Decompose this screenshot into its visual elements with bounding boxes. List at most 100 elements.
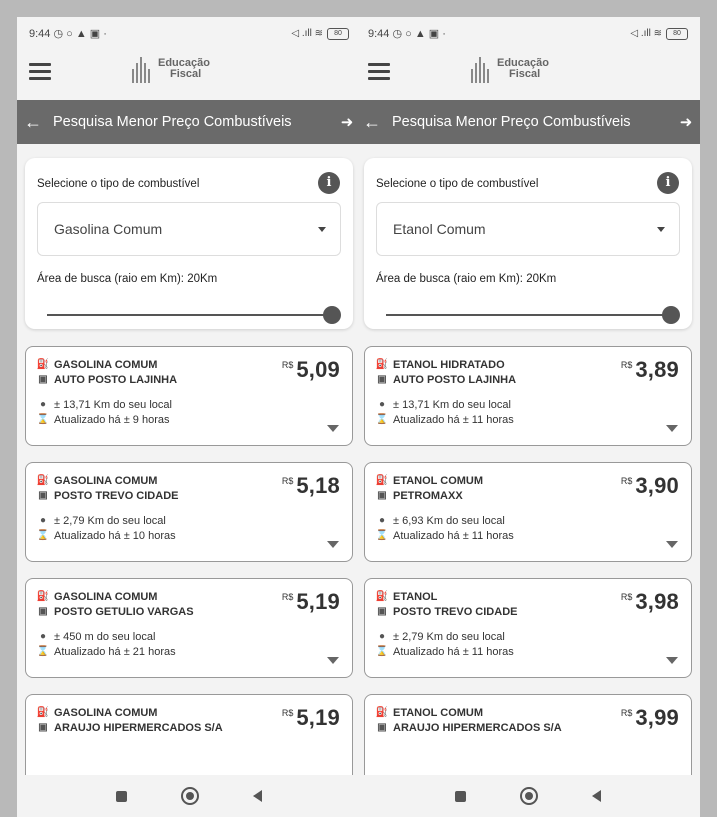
hourglass-icon: ⌛ <box>375 646 389 657</box>
logo-text: Educação Fiscal <box>158 57 210 80</box>
updated-text: Atualizado há ± 11 horas <box>393 645 514 658</box>
distance-text: ± 13,71 Km do seu local <box>54 398 172 411</box>
info-icon[interactable]: i <box>657 172 679 194</box>
back-arrow-icon[interactable]: ← <box>356 112 388 133</box>
station-name: ARAUJO HIPERMERCADOS S/A <box>54 721 223 734</box>
station-name: POSTO TREVO CIDADE <box>393 605 518 618</box>
fuel-type-value: Gasolina Comum <box>54 221 163 237</box>
app-bar: Educação Fiscal <box>356 50 700 100</box>
status-time: 9:44 ◷ ○ ▲ ▣ · <box>368 28 446 40</box>
hourglass-icon: ⌛ <box>36 414 50 425</box>
station-name: ARAUJO HIPERMERCADOS S/A <box>393 721 562 734</box>
signal-icon: ◁ .ıll ≋ <box>291 28 323 39</box>
station-icon: ▣ <box>377 722 387 733</box>
exit-icon[interactable]: ➜ <box>672 113 700 131</box>
location-pin-icon: ● <box>378 515 386 526</box>
android-nav-bar <box>17 775 361 817</box>
expand-icon[interactable] <box>666 657 678 664</box>
app-bar: Educação Fiscal <box>17 50 361 100</box>
location-pin-icon: ● <box>39 399 47 410</box>
fuel-pump-icon: ⛽ <box>375 475 389 486</box>
expand-icon[interactable] <box>327 541 339 548</box>
fuel-type-value: Etanol Comum <box>393 221 486 237</box>
location-pin-icon: ● <box>39 515 47 526</box>
back-triangle-icon[interactable] <box>592 790 601 802</box>
expand-icon[interactable] <box>327 425 339 432</box>
expand-icon[interactable] <box>666 425 678 432</box>
fuel-type-select[interactable]: Gasolina Comum <box>37 202 341 256</box>
result-card[interactable]: ⛽ GASOLINA COMUM ▣ POSTO GETULIO VARGAS ● ±… <box>25 578 353 678</box>
result-card[interactable]: ⛽ ETANOL HIDRATADO ▣ AUTO POSTO LAJINHA ● ±… <box>364 346 692 446</box>
logo-text: Educação Fiscal <box>497 57 549 80</box>
result-card[interactable]: ⛽ ETANOL ▣ POSTO TREVO CIDADE ● ± 2,79 Km d… <box>364 578 692 678</box>
location-pin-icon: ● <box>378 399 386 410</box>
price: R$ 5,19 <box>281 705 340 730</box>
page-header: ← Pesquisa Menor Preço Combustíveis ➜ <box>356 100 700 144</box>
range-slider[interactable] <box>376 305 680 325</box>
price: R$ 3,98 <box>620 589 679 614</box>
fuel-type-select[interactable]: Etanol Comum <box>376 202 680 256</box>
home-icon[interactable] <box>181 787 199 805</box>
phone-screen-etanol: 9:44 ◷ ○ ▲ ▣ · ◁ .ıll ≋ 80 Educação Fisca… <box>356 17 700 817</box>
price: R$ 3,89 <box>620 357 679 382</box>
slider-thumb[interactable] <box>662 306 680 324</box>
app-logo: Educação Fiscal <box>132 55 210 83</box>
recent-apps-icon[interactable] <box>116 790 127 802</box>
range-slider[interactable] <box>37 305 341 325</box>
info-icon[interactable]: i <box>318 172 340 194</box>
expand-icon[interactable] <box>666 541 678 548</box>
page-title: Pesquisa Menor Preço Combustíveis <box>392 114 631 130</box>
fuel-type-label: Selecione o tipo de combustível <box>376 178 539 190</box>
hourglass-icon: ⌛ <box>375 530 389 541</box>
hourglass-icon: ⌛ <box>375 414 389 425</box>
dropdown-caret-icon <box>318 226 326 232</box>
station-name: AUTO POSTO LAJINHA <box>54 373 178 386</box>
station-icon: ▣ <box>377 606 387 617</box>
product-name: GASOLINA COMUM <box>54 706 158 719</box>
home-icon[interactable] <box>520 787 538 805</box>
status-indicators: ◁ .ıll ≋ 80 <box>291 27 349 40</box>
station-name: POSTO GETULIO VARGAS <box>54 605 194 618</box>
page-header: ← Pesquisa Menor Preço Combustíveis ➜ <box>17 100 361 144</box>
page-title: Pesquisa Menor Preço Combustíveis <box>53 114 292 130</box>
menu-icon[interactable] <box>368 63 390 81</box>
status-bar: 9:44 ◷ ○ ▲ ▣ · ◁ .ıll ≋ 80 <box>356 17 700 50</box>
slider-thumb[interactable] <box>323 306 341 324</box>
station-icon: ▣ <box>38 374 48 385</box>
result-card[interactable]: ⛽ ETANOL COMUM ▣ PETROMAXX ● ± 6,93 Km do s… <box>364 462 692 562</box>
fuel-pump-icon: ⛽ <box>36 591 50 602</box>
back-triangle-icon[interactable] <box>253 790 262 802</box>
fuel-pump-icon: ⛽ <box>36 475 50 486</box>
product-name: GASOLINA COMUM <box>54 358 158 371</box>
station-icon: ▣ <box>377 490 387 501</box>
status-time: 9:44 ◷ ○ ▲ ▣ · <box>29 28 107 40</box>
updated-text: Atualizado há ± 9 horas <box>54 413 170 426</box>
distance-text: ± 450 m do seu local <box>54 630 156 643</box>
fuel-pump-icon: ⛽ <box>375 591 389 602</box>
hourglass-icon: ⌛ <box>36 646 50 657</box>
fuel-pump-icon: ⛽ <box>36 707 50 718</box>
price: R$ 3,90 <box>620 473 679 498</box>
slider-track <box>47 314 331 316</box>
product-name: ETANOL COMUM <box>393 706 484 719</box>
distance-text: ± 13,71 Km do seu local <box>393 398 511 411</box>
menu-icon[interactable] <box>29 63 51 81</box>
updated-text: Atualizado há ± 11 horas <box>393 529 514 542</box>
result-card[interactable]: ⛽ GASOLINA COMUM ▣ POSTO TREVO CIDADE ● ± 2… <box>25 462 353 562</box>
station-icon: ▣ <box>377 374 387 385</box>
price: R$ 3,99 <box>620 705 679 730</box>
filter-card: Selecione o tipo de combustível i Gasoli… <box>25 158 353 329</box>
back-arrow-icon[interactable]: ← <box>17 112 49 133</box>
station-icon: ▣ <box>38 490 48 501</box>
battery-icon: 80 <box>666 27 688 40</box>
distance-text: ± 6,93 Km do seu local <box>393 514 505 527</box>
distance-text: ± 2,79 Km do seu local <box>54 514 166 527</box>
slider-track <box>386 314 670 316</box>
expand-icon[interactable] <box>327 657 339 664</box>
product-name: GASOLINA COMUM <box>54 590 158 603</box>
app-logo: Educação Fiscal <box>471 55 549 83</box>
recent-apps-icon[interactable] <box>455 790 466 802</box>
result-card[interactable]: ⛽ GASOLINA COMUM ▣ AUTO POSTO LAJINHA ● ± 1… <box>25 346 353 446</box>
updated-text: Atualizado há ± 21 horas <box>54 645 176 658</box>
signal-icon: ◁ .ıll ≋ <box>630 28 662 39</box>
